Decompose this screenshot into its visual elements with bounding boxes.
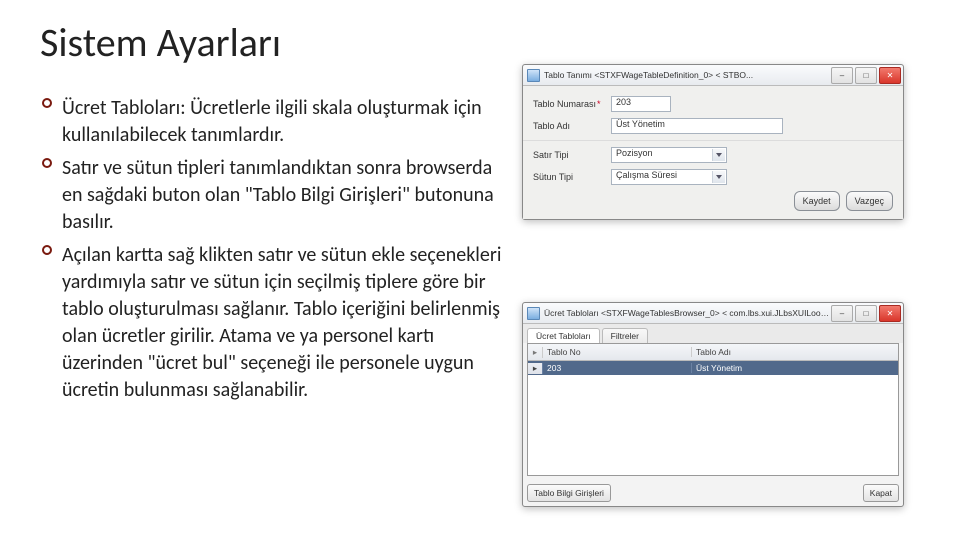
bullet-text: Ücret Tabloları: Ücretlerle ilgili skala… [62, 96, 482, 147]
cancel-button[interactable]: Vazgeç [846, 191, 893, 211]
slide: Sistem Ayarları Ücret Tabloları: Ücretle… [0, 0, 959, 536]
minimize-button[interactable]: – [831, 305, 853, 322]
bullet-dot-icon [42, 158, 52, 168]
col-header-no[interactable]: Tablo No [543, 347, 692, 357]
close-button[interactable]: ✕ [879, 67, 901, 84]
table-name-input[interactable]: Üst Yönetim [611, 118, 783, 134]
bullet-item: Satır ve sütun tipleri tanımlandıktan so… [40, 155, 502, 236]
browser-footer: Tablo Bilgi Girişleri Kapat [523, 480, 903, 506]
row-type-select[interactable]: Pozisyon [611, 147, 727, 163]
table-header: ▸ Tablo No Tablo Adı [528, 344, 898, 361]
tab-bar: Ücret Tabloları Filtreler [523, 324, 903, 343]
bullet-item: Açılan kartta sağ klikten satır ve sütun… [40, 242, 502, 404]
bullet-list: Ücret Tabloları: Ücretlerle ilgili skala… [40, 95, 502, 410]
table-name-label: Tablo Adı [533, 121, 611, 131]
titlebar[interactable]: Ücret Tabloları <STXFWageTablesBrowser_0… [523, 303, 903, 324]
row-handle[interactable]: ▸ [528, 363, 543, 374]
cell-table-name: Üst Yönetim [692, 363, 898, 373]
app-icon [527, 69, 540, 82]
table-definition-window: Tablo Tanımı <STXFWageTableDefinition_0>… [522, 64, 904, 220]
minimize-button[interactable]: – [831, 67, 853, 84]
close-browser-button[interactable]: Kapat [863, 484, 899, 502]
col-type-select[interactable]: Çalışma Süresi [611, 169, 727, 185]
window-title: Tablo Tanımı <STXFWageTableDefinition_0>… [544, 70, 831, 80]
cell-table-no: 203 [543, 363, 692, 373]
page-title: Sistem Ayarları [40, 18, 281, 67]
grid-empty-area [528, 375, 898, 475]
titlebar[interactable]: Tablo Tanımı <STXFWageTableDefinition_0>… [523, 65, 903, 86]
chevron-down-icon [712, 149, 725, 161]
table-no-label: Tablo Numarası [533, 99, 611, 109]
form-area: Tablo Numarası 203 Tablo Adı Üst Yönetim… [523, 86, 903, 219]
row-handle-header[interactable]: ▸ [528, 347, 543, 358]
chevron-down-icon [712, 171, 725, 183]
wage-tables-browser-window: Ücret Tabloları <STXFWageTablesBrowser_0… [522, 302, 904, 507]
col-type-value: Çalışma Süresi [616, 170, 677, 180]
bullet-item: Ücret Tabloları: Ücretlerle ilgili skala… [40, 95, 502, 149]
bullet-dot-icon [42, 245, 52, 255]
table-no-input[interactable]: 203 [611, 96, 671, 112]
close-button[interactable]: ✕ [879, 305, 901, 322]
col-type-label: Sütun Tipi [533, 172, 611, 182]
bullet-text: Satır ve sütun tipleri tanımlandıktan so… [62, 156, 494, 234]
table-row[interactable]: ▸ 203 Üst Yönetim [528, 361, 898, 375]
row-type-label: Satır Tipi [533, 150, 611, 160]
maximize-button[interactable]: □ [855, 67, 877, 84]
bullet-text: Açılan kartta sağ klikten satır ve sütun… [62, 243, 501, 402]
tab-wage-tables[interactable]: Ücret Tabloları [527, 328, 600, 343]
maximize-button[interactable]: □ [855, 305, 877, 322]
col-header-name[interactable]: Tablo Adı [692, 347, 898, 357]
row-type-value: Pozisyon [616, 148, 653, 158]
table-entries-button[interactable]: Tablo Bilgi Girişleri [527, 484, 611, 502]
bullet-dot-icon [42, 98, 52, 108]
app-icon [527, 307, 540, 320]
window-title: Ücret Tabloları <STXFWageTablesBrowser_0… [544, 308, 831, 318]
data-grid[interactable]: ▸ Tablo No Tablo Adı ▸ 203 Üst Yönetim [527, 343, 899, 476]
divider [523, 140, 903, 141]
tab-filters[interactable]: Filtreler [602, 328, 648, 343]
save-button[interactable]: Kaydet [794, 191, 840, 211]
